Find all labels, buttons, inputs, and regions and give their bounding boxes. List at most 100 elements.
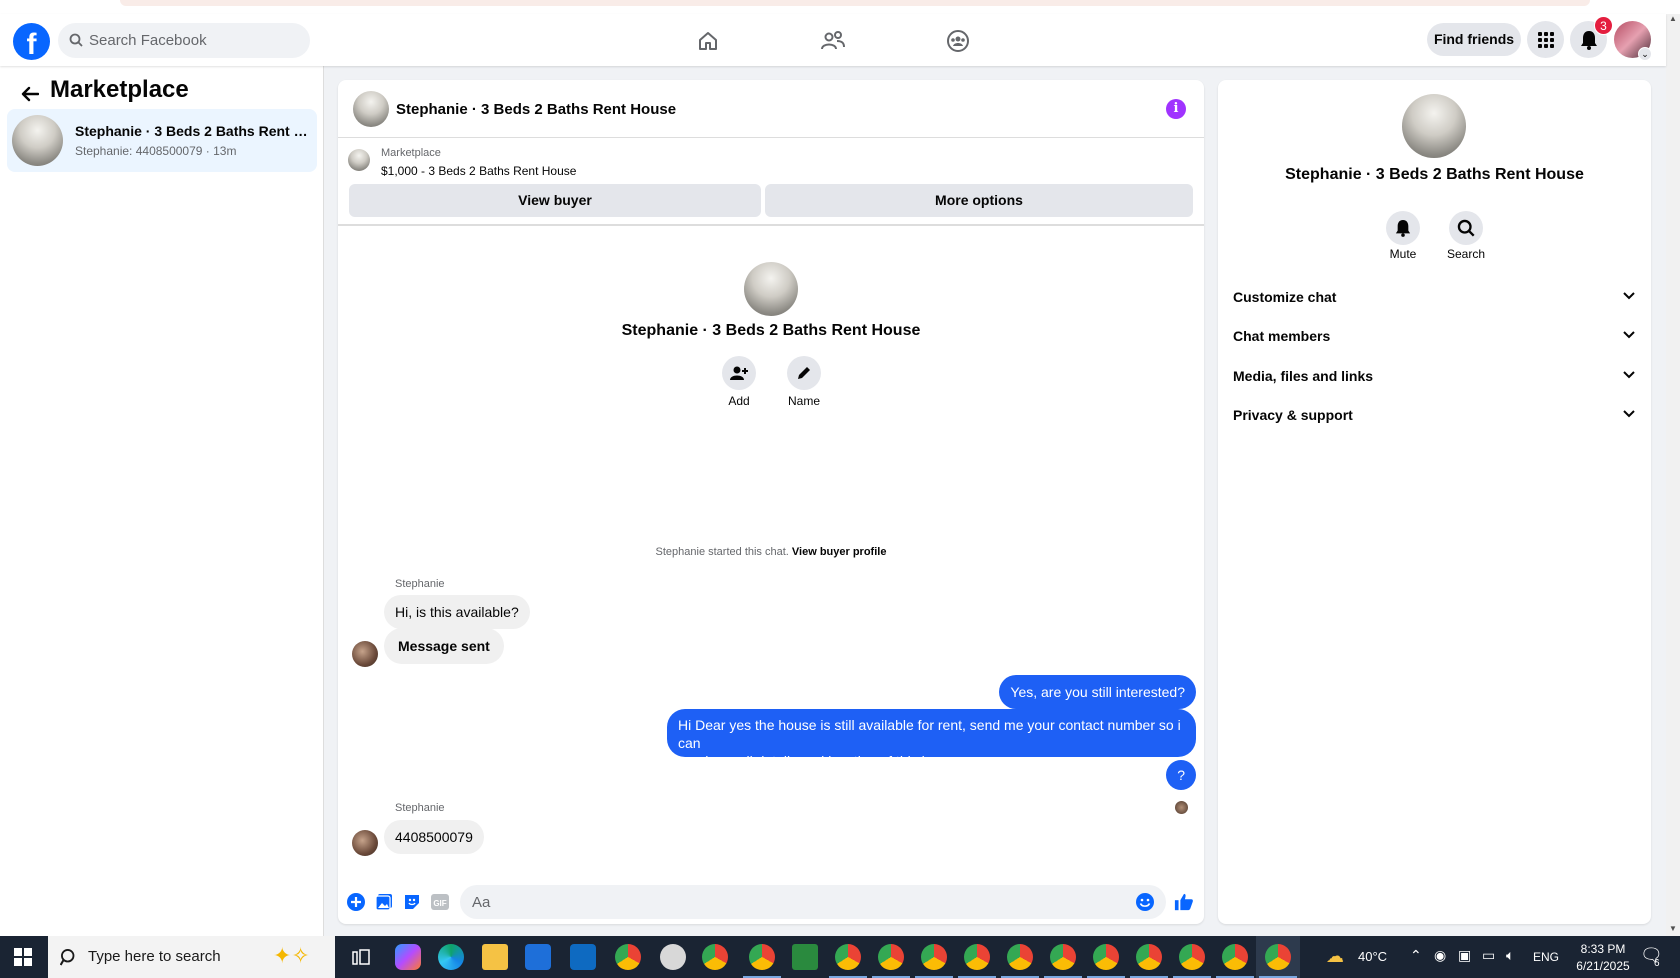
search-box[interactable]: Search Facebook	[58, 23, 310, 58]
home-icon[interactable]	[693, 26, 723, 56]
plus-circle-icon[interactable]	[346, 892, 366, 912]
clock-time[interactable]: 8:33 PM	[1573, 942, 1633, 956]
section-label: Chat members	[1233, 328, 1331, 344]
edge-icon[interactable]	[438, 944, 464, 970]
chrome-window-icon[interactable]	[1173, 944, 1211, 978]
chat-header-thumbnail[interactable]	[353, 91, 389, 127]
paint-icon[interactable]	[660, 944, 686, 970]
chat-details-panel: Stephanie · 3 Beds 2 Baths Rent House Mu…	[1218, 80, 1651, 924]
mute-bell-icon[interactable]	[1386, 211, 1420, 245]
message-bubble[interactable]: Hi, is this available?	[384, 595, 530, 629]
chevron-down-icon	[1623, 371, 1635, 379]
my-message-bubble[interactable]: ?	[1166, 760, 1196, 790]
find-friends-button[interactable]: Find friends	[1427, 23, 1521, 56]
copilot-icon[interactable]	[395, 944, 421, 970]
my-message-line: Hi Dear yes the house is still available…	[678, 717, 1181, 751]
menu-grid-icon[interactable]	[1527, 21, 1564, 58]
my-message-bubble[interactable]: Yes, are you still interested?	[999, 675, 1196, 709]
facebook-logo-icon[interactable]: f	[13, 23, 50, 60]
edit-name-pencil-icon[interactable]	[787, 356, 821, 390]
chat-intro-avatar	[744, 262, 798, 316]
gif-icon[interactable]: GIF	[430, 892, 450, 912]
details-avatar	[1402, 94, 1466, 158]
store-icon[interactable]	[525, 944, 551, 970]
message-sender: Stephanie	[395, 802, 445, 814]
message-input[interactable]	[460, 885, 1166, 919]
privacy-support-section[interactable]: Privacy & support	[1233, 396, 1635, 434]
more-options-button[interactable]: More options	[765, 184, 1193, 217]
conversation-item[interactable]: Stephanie · 3 Beds 2 Baths Rent House St…	[7, 109, 317, 172]
chevron-down-icon	[1623, 331, 1635, 339]
listing-price-title[interactable]: $1,000 - 3 Beds 2 Baths Rent House	[381, 164, 576, 178]
tray-meet-icon[interactable]: ▣	[1458, 947, 1471, 964]
photo-icon[interactable]	[374, 892, 394, 912]
add-person-icon[interactable]	[722, 356, 756, 390]
page-scrollbar[interactable]: ▲ ▼	[1666, 14, 1680, 936]
name-label: Name	[787, 394, 820, 408]
search-in-chat-icon[interactable]	[1449, 211, 1483, 245]
chrome-window-icon[interactable]	[1044, 944, 1082, 978]
thumbs-up-icon[interactable]	[1174, 892, 1194, 912]
chrome-window-icon[interactable]	[1001, 944, 1039, 978]
my-message-bubble[interactable]: Hi Dear yes the house is still available…	[667, 709, 1196, 769]
taskbar-search[interactable]: Type here to search ✦✧	[48, 936, 335, 978]
conversation-title: Stephanie · 3 Beds 2 Baths Rent House	[75, 123, 310, 139]
windows-taskbar: Type here to search ✦✧ ☁ 40°C ⌃ ◉ ▣ ▭ 🔈︎…	[0, 936, 1680, 978]
media-files-links-section[interactable]: Media, files and links	[1233, 357, 1635, 395]
network-icon[interactable]: ▭	[1482, 947, 1495, 964]
clock-date[interactable]: 6/21/2025	[1568, 959, 1638, 973]
top-navbar: f Search Facebook Find friends 3 ⌄	[0, 14, 1666, 66]
chat-title[interactable]: Stephanie · 3 Beds 2 Baths Rent House	[396, 101, 676, 118]
file-explorer-icon[interactable]	[482, 944, 508, 970]
section-label: Privacy & support	[1233, 407, 1353, 423]
chat-intro-name: Stephanie · 3 Beds 2 Baths Rent House	[621, 322, 921, 339]
chrome-window-icon[interactable]	[829, 944, 867, 978]
marketplace-sidebar: Marketplace Stephanie · 3 Beds 2 Baths R…	[0, 66, 324, 936]
chrome-active-icon[interactable]	[1259, 944, 1297, 978]
customize-chat-section[interactable]: Customize chat	[1233, 278, 1635, 316]
back-arrow-icon[interactable]	[16, 80, 44, 108]
chrome-icon[interactable]	[615, 944, 641, 970]
volume-icon[interactable]: 🔈︎	[1506, 947, 1514, 964]
windows-start-icon[interactable]	[14, 948, 32, 971]
chrome-window-icon[interactable]	[1130, 944, 1168, 978]
tray-app-icon[interactable]: ◉	[1434, 947, 1446, 964]
groups-icon[interactable]	[943, 26, 973, 56]
sticker-icon[interactable]	[402, 892, 422, 912]
notification-center-count: 6	[1654, 958, 1660, 969]
account-chevron-icon[interactable]: ⌄	[1638, 47, 1652, 61]
chat-members-section[interactable]: Chat members	[1233, 317, 1635, 355]
chrome-window-icon[interactable]	[915, 944, 953, 978]
taskbar-search-placeholder: Type here to search	[88, 948, 221, 965]
chrome-window-icon[interactable]	[1087, 944, 1125, 978]
emoji-icon[interactable]	[1135, 892, 1155, 912]
message-bubble[interactable]: Message sent	[384, 628, 504, 664]
sender-avatar[interactable]	[352, 641, 378, 667]
listing-thumbnail	[12, 115, 63, 166]
view-buyer-button[interactable]: View buyer	[349, 184, 761, 217]
chrome-window-icon[interactable]	[958, 944, 996, 978]
message-bubble[interactable]: 4408500079	[384, 820, 484, 854]
outlook-icon[interactable]	[570, 944, 596, 970]
search-label: Search	[1446, 247, 1486, 261]
friends-icon[interactable]	[818, 26, 848, 56]
chrome-window-icon[interactable]	[1216, 944, 1254, 978]
tray-chevron-icon[interactable]: ⌃	[1410, 947, 1422, 964]
task-view-icon[interactable]	[352, 948, 370, 971]
temperature[interactable]: 40°C	[1358, 949, 1387, 964]
chrome-profile-icon[interactable]	[743, 944, 781, 978]
language-indicator[interactable]: ENG	[1533, 950, 1559, 964]
weather-icon[interactable]: ☁	[1326, 946, 1344, 967]
chevron-down-icon	[1623, 292, 1635, 300]
marketplace-label: Marketplace	[381, 147, 441, 159]
scroll-down-icon[interactable]: ▼	[1669, 924, 1677, 933]
listing-mini-thumbnail	[348, 149, 370, 171]
search-placeholder: Search Facebook	[89, 32, 207, 49]
chrome-icon[interactable]	[702, 944, 728, 970]
chrome-window-icon[interactable]	[872, 944, 910, 978]
scroll-up-icon[interactable]: ▲	[1669, 14, 1677, 23]
info-icon[interactable]: i	[1166, 99, 1186, 119]
sender-avatar[interactable]	[352, 830, 378, 856]
view-buyer-profile-link[interactable]: View buyer profile	[792, 546, 887, 558]
spreadsheet-icon[interactable]	[792, 944, 818, 970]
